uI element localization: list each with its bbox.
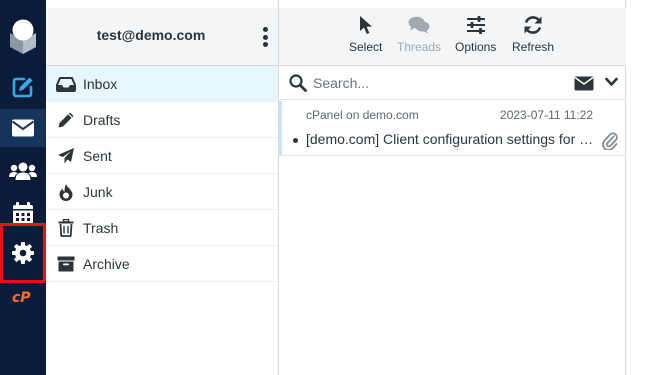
- cpanel-logo-icon[interactable]: cP: [11, 288, 37, 306]
- cursor-arrow-icon: [359, 14, 373, 36]
- folder-label: Drafts: [83, 111, 121, 128]
- threads-label: Threads: [397, 40, 442, 54]
- compose-icon: [12, 77, 33, 98]
- folder-label: Sent: [83, 147, 112, 164]
- compose-button[interactable]: [0, 68, 46, 106]
- refresh-label: Refresh: [512, 40, 555, 54]
- folder-label: Inbox: [83, 75, 118, 92]
- message-content-panel: [627, 0, 649, 375]
- folder-list: Inbox Drafts Sent Junk Trash Archive: [46, 66, 278, 282]
- folder-item-sent[interactable]: Sent: [46, 138, 278, 174]
- chat-bubbles-icon: [408, 14, 430, 36]
- content-header: [627, 8, 649, 66]
- folder-item-inbox[interactable]: Inbox: [46, 66, 278, 102]
- message-subject: [demo.com] Client configuration settings…: [306, 131, 596, 147]
- folder-label: Trash: [83, 219, 119, 236]
- folder-item-archive[interactable]: Archive: [46, 246, 278, 282]
- mail-button[interactable]: [0, 109, 46, 147]
- folders-header: test@demo.com: [46, 8, 278, 66]
- archive-box-icon: [55, 254, 77, 274]
- chevron-down-icon[interactable]: [605, 77, 618, 87]
- options-label: Options: [455, 40, 497, 54]
- sliders-icon: [466, 14, 486, 36]
- trash-icon: [55, 218, 77, 238]
- paper-plane-icon: [55, 146, 77, 166]
- message-list-panel: Select Threads Options Refresh Search...…: [279, 0, 626, 375]
- select-button[interactable]: Select: [349, 14, 382, 60]
- calendar-icon: [13, 202, 33, 224]
- contacts-button[interactable]: [0, 152, 46, 190]
- folder-item-drafts[interactable]: Drafts: [46, 102, 278, 138]
- refresh-button[interactable]: Refresh: [512, 14, 554, 60]
- folders-panel: test@demo.com Inbox Drafts Sent Junk Tra…: [46, 0, 279, 375]
- kebab-menu-icon[interactable]: [258, 25, 272, 49]
- taskbar: cP: [0, 0, 46, 375]
- gear-icon: [12, 242, 34, 264]
- inbox-icon: [55, 74, 77, 94]
- roundcube-logo-icon: [10, 19, 36, 54]
- folder-label: Junk: [83, 183, 113, 200]
- search-input[interactable]: [313, 72, 563, 94]
- users-icon: [9, 162, 37, 180]
- message-sender: cPanel on demo.com: [306, 108, 419, 122]
- message-date: 2023-07-11 11:22: [500, 108, 593, 122]
- folder-label: Archive: [83, 255, 130, 272]
- select-label: Select: [349, 40, 383, 54]
- account-email: test@demo.com: [96, 27, 206, 43]
- unread-dot-icon: [293, 138, 298, 143]
- threads-button[interactable]: Threads: [397, 14, 441, 60]
- search-icon[interactable]: [289, 74, 307, 92]
- message-list-toolbar: Select Threads Options Refresh: [279, 8, 626, 66]
- options-button[interactable]: Options: [455, 14, 496, 60]
- pencil-icon: [55, 110, 77, 130]
- folder-item-trash[interactable]: Trash: [46, 210, 278, 246]
- envelope-icon[interactable]: [574, 76, 594, 91]
- settings-button[interactable]: [0, 223, 46, 283]
- envelope-icon: [11, 119, 35, 137]
- refresh-icon: [523, 14, 543, 36]
- fire-icon: [55, 182, 77, 202]
- paperclip-icon: [602, 132, 618, 150]
- message-list-item[interactable]: cPanel on demo.com 2023-07-11 11:22 [dem…: [279, 101, 626, 156]
- search-bar: [279, 66, 626, 100]
- folder-item-junk[interactable]: Junk: [46, 174, 278, 210]
- svg-text:cP: cP: [12, 290, 31, 306]
